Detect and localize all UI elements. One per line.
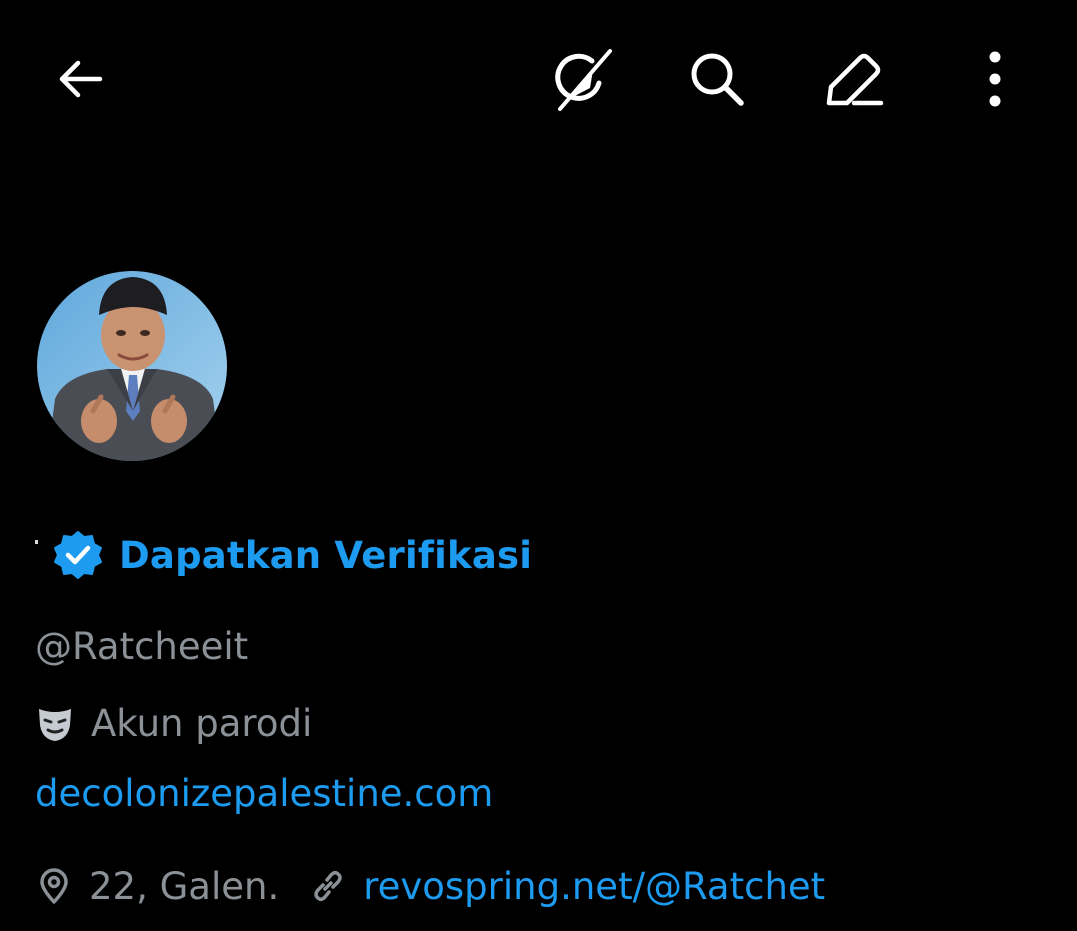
grok-icon bbox=[555, 49, 612, 111]
profile-handle: @Ratcheeit bbox=[35, 625, 249, 668]
pencil-icon bbox=[826, 53, 884, 106]
location-pin-icon bbox=[40, 868, 68, 904]
bio-link[interactable]: decolonizepalestine.com bbox=[35, 772, 493, 815]
parody-account-label: Akun parodi bbox=[91, 701, 313, 745]
back-button[interactable] bbox=[35, 34, 125, 124]
location-text: 22, Galen. bbox=[89, 864, 280, 908]
verified-badge-icon bbox=[54, 531, 102, 579]
parody-label-row: Akun parodi bbox=[35, 698, 312, 748]
search-icon bbox=[691, 53, 744, 106]
more-vertical-icon bbox=[989, 51, 1001, 107]
avatar-photo bbox=[37, 271, 227, 461]
get-verified-link[interactable]: Dapatkan Verifikasi bbox=[119, 534, 532, 577]
display-name-fragment bbox=[35, 540, 38, 544]
website-link[interactable]: revospring.net/@Ratchet bbox=[363, 865, 825, 908]
search-button[interactable] bbox=[672, 34, 762, 124]
verify-row: Dapatkan Verifikasi bbox=[35, 522, 532, 588]
avatar[interactable] bbox=[35, 269, 229, 463]
link-icon bbox=[314, 870, 342, 902]
profile-meta-row: 22, Galen. revospring.net/@Ratchet bbox=[35, 860, 825, 912]
grok-button[interactable] bbox=[537, 34, 627, 124]
compose-button[interactable] bbox=[810, 34, 900, 124]
more-options-button[interactable] bbox=[950, 34, 1040, 124]
top-app-bar bbox=[0, 0, 1077, 160]
arrow-left-icon bbox=[59, 60, 103, 98]
profile-screen: Dapatkan Verifikasi @Ratcheeit Akun paro… bbox=[0, 0, 1077, 931]
theater-mask-icon bbox=[39, 709, 71, 741]
